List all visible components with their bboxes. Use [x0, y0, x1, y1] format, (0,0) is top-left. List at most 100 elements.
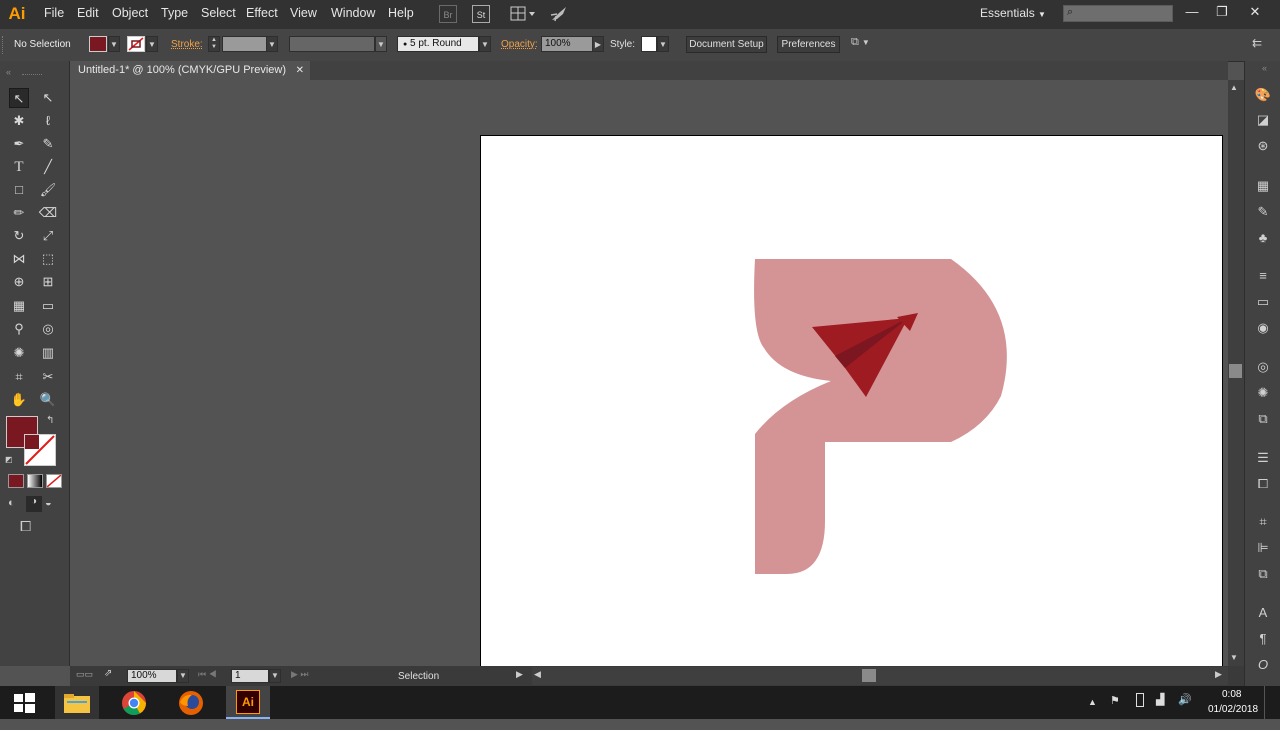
- menu-file[interactable]: File: [44, 6, 64, 20]
- free-transform-tool-icon[interactable]: ⬚: [38, 249, 58, 269]
- variable-width-profile[interactable]: [289, 36, 375, 52]
- first-artboard-icon[interactable]: ⏮ ◀: [198, 669, 217, 680]
- artboard-nav-icon[interactable]: ▭▭: [76, 669, 93, 680]
- file-explorer-icon[interactable]: [55, 686, 99, 719]
- horizontal-scroll-thumb[interactable]: [862, 669, 876, 682]
- stroke-label[interactable]: Stroke:: [171, 39, 203, 50]
- layers-panel-icon[interactable]: ☰: [1252, 448, 1274, 468]
- chrome-icon[interactable]: [112, 686, 156, 719]
- pathfinder-panel-icon[interactable]: ⧉: [1252, 564, 1274, 584]
- battery-icon[interactable]: [1136, 693, 1144, 707]
- bridge-icon[interactable]: Br: [439, 5, 457, 23]
- pencil-tool-icon[interactable]: ✏: [9, 203, 29, 223]
- action-center-flag-icon[interactable]: ⚑: [1110, 694, 1120, 707]
- rectangle-tool-icon[interactable]: □: [9, 180, 29, 200]
- stroke-dropdown[interactable]: ▼: [146, 36, 158, 52]
- screen-mode-icon[interactable]: ⧠: [20, 518, 31, 535]
- lasso-tool-icon[interactable]: ℓ: [38, 111, 58, 131]
- curvature-tool-icon[interactable]: ✎: [38, 134, 58, 154]
- scale-tool-icon[interactable]: ⤢: [38, 226, 58, 246]
- recolor-artwork-icon[interactable]: ⊛: [1252, 136, 1274, 156]
- rotate-tool-icon[interactable]: ↻: [9, 226, 29, 246]
- menu-effect[interactable]: Effect: [246, 6, 278, 20]
- stroke-weight-dropdown[interactable]: ▼: [266, 36, 278, 52]
- brush-definition[interactable]: ● 5 pt. Round: [397, 36, 479, 52]
- opacity-field[interactable]: 100%: [541, 36, 593, 52]
- vertical-scroll-thumb[interactable]: [1229, 364, 1242, 378]
- artboard-tool-icon[interactable]: ⌗: [9, 367, 29, 387]
- gpu-performance-icon[interactable]: [549, 5, 569, 26]
- artboard-dropdown[interactable]: ▼: [269, 669, 281, 683]
- scroll-down-icon[interactable]: ▼: [1230, 653, 1238, 662]
- horizontal-scrollbar[interactable]: [532, 667, 1228, 685]
- color-panel-icon[interactable]: 🎨: [1252, 85, 1274, 105]
- stroke-swatch[interactable]: [127, 36, 145, 52]
- slice-tool-icon[interactable]: ✂: [38, 367, 58, 387]
- blend-tool-icon[interactable]: ◎: [38, 319, 58, 339]
- artboards-panel-icon[interactable]: ⧠: [1252, 474, 1274, 494]
- eyedropper-tool-icon[interactable]: ⚲: [9, 319, 29, 339]
- scroll-left-icon[interactable]: ◀: [534, 669, 541, 680]
- menu-object[interactable]: Object: [112, 6, 148, 20]
- gradient-tool-icon[interactable]: ▭: [38, 296, 58, 316]
- draw-inside-icon[interactable]: ◒: [45, 497, 52, 509]
- gradient-panel-icon[interactable]: ▭: [1252, 292, 1274, 312]
- stroke-weight-stepper[interactable]: ▲ ▼: [208, 36, 220, 52]
- status-menu-arrow-icon[interactable]: ▶: [516, 669, 523, 680]
- transparency-panel-icon[interactable]: ◉: [1252, 318, 1274, 338]
- network-icon[interactable]: ▟: [1156, 693, 1164, 706]
- color-mode-icon[interactable]: [8, 474, 24, 488]
- paintbrush-tool-icon[interactable]: 🖌: [38, 180, 58, 200]
- menu-type[interactable]: Type: [161, 6, 188, 20]
- search-input[interactable]: ⌕: [1063, 5, 1173, 22]
- symbol-sprayer-tool-icon[interactable]: ✺: [9, 343, 29, 363]
- brush-dropdown[interactable]: ▼: [479, 36, 491, 52]
- stroke-weight-field[interactable]: [222, 36, 267, 52]
- draw-behind-icon[interactable]: ◑: [26, 496, 42, 512]
- menu-view[interactable]: View: [290, 6, 317, 20]
- arrange-icon[interactable]: ⧉ ▼: [851, 36, 870, 49]
- selection-tool-icon[interactable]: ↖: [9, 88, 29, 108]
- column-graph-tool-icon[interactable]: ▥: [38, 343, 58, 363]
- firefox-icon[interactable]: [169, 686, 213, 719]
- workspace-switcher[interactable]: Essentials ▼: [980, 6, 1046, 20]
- default-fill-stroke-icon[interactable]: ◩: [5, 455, 13, 464]
- collapse-toolbox-icon[interactable]: «: [6, 67, 11, 77]
- mesh-tool-icon[interactable]: ▦: [9, 296, 29, 316]
- document-tab[interactable]: Untitled-1* @ 100% (CMYK/GPU Preview) ✕: [70, 61, 310, 80]
- zoom-dropdown[interactable]: ▼: [177, 669, 189, 683]
- document-setup-button[interactable]: Document Setup: [686, 36, 767, 53]
- appearance-panel-icon[interactable]: ◎: [1252, 357, 1274, 377]
- draw-normal-icon[interactable]: ◐: [8, 497, 15, 509]
- preferences-button[interactable]: Preferences: [777, 36, 840, 53]
- scroll-up-icon[interactable]: ▲: [1230, 83, 1238, 92]
- pen-tool-icon[interactable]: ✒: [9, 134, 29, 154]
- symbols-panel-icon[interactable]: ♣: [1252, 228, 1274, 248]
- volume-icon[interactable]: 🔊: [1178, 693, 1192, 706]
- swatches-panel-icon[interactable]: ▦: [1252, 176, 1274, 196]
- opentype-panel-icon[interactable]: O: [1252, 655, 1274, 675]
- expand-panels-icon[interactable]: «: [1262, 63, 1267, 73]
- brushes-panel-icon[interactable]: ✎: [1252, 202, 1274, 222]
- minimize-icon[interactable]: —: [1177, 2, 1207, 22]
- stock-icon[interactable]: St: [472, 5, 490, 23]
- stroke-color-swatch[interactable]: [24, 434, 56, 466]
- artboard[interactable]: [480, 135, 1223, 666]
- graphic-style-dropdown[interactable]: ▼: [657, 36, 669, 52]
- scroll-right-icon[interactable]: ▶: [1215, 669, 1222, 680]
- shape-builder-tool-icon[interactable]: ⊕: [9, 272, 29, 292]
- close-icon[interactable]: ✕: [1240, 2, 1270, 22]
- magic-wand-tool-icon[interactable]: ✱: [9, 111, 29, 131]
- clock-time[interactable]: 0:08: [1222, 689, 1241, 700]
- windows-start-icon[interactable]: [2, 686, 46, 719]
- gradient-mode-icon[interactable]: [27, 474, 43, 488]
- direct-selection-tool-icon[interactable]: ↖: [38, 88, 58, 108]
- show-desktop-button[interactable]: [1264, 686, 1265, 719]
- panel-menu-icon[interactable]: ⇇: [1252, 36, 1262, 50]
- last-artboard-icon[interactable]: ▶ ⏭: [291, 669, 309, 680]
- close-tab-icon[interactable]: ✕: [296, 61, 304, 80]
- variable-width-dropdown[interactable]: ▼: [375, 36, 387, 52]
- line-segment-tool-icon[interactable]: ╱: [38, 157, 58, 177]
- width-tool-icon[interactable]: ⋈: [9, 249, 29, 269]
- stroke-panel-icon[interactable]: ≡: [1252, 266, 1274, 286]
